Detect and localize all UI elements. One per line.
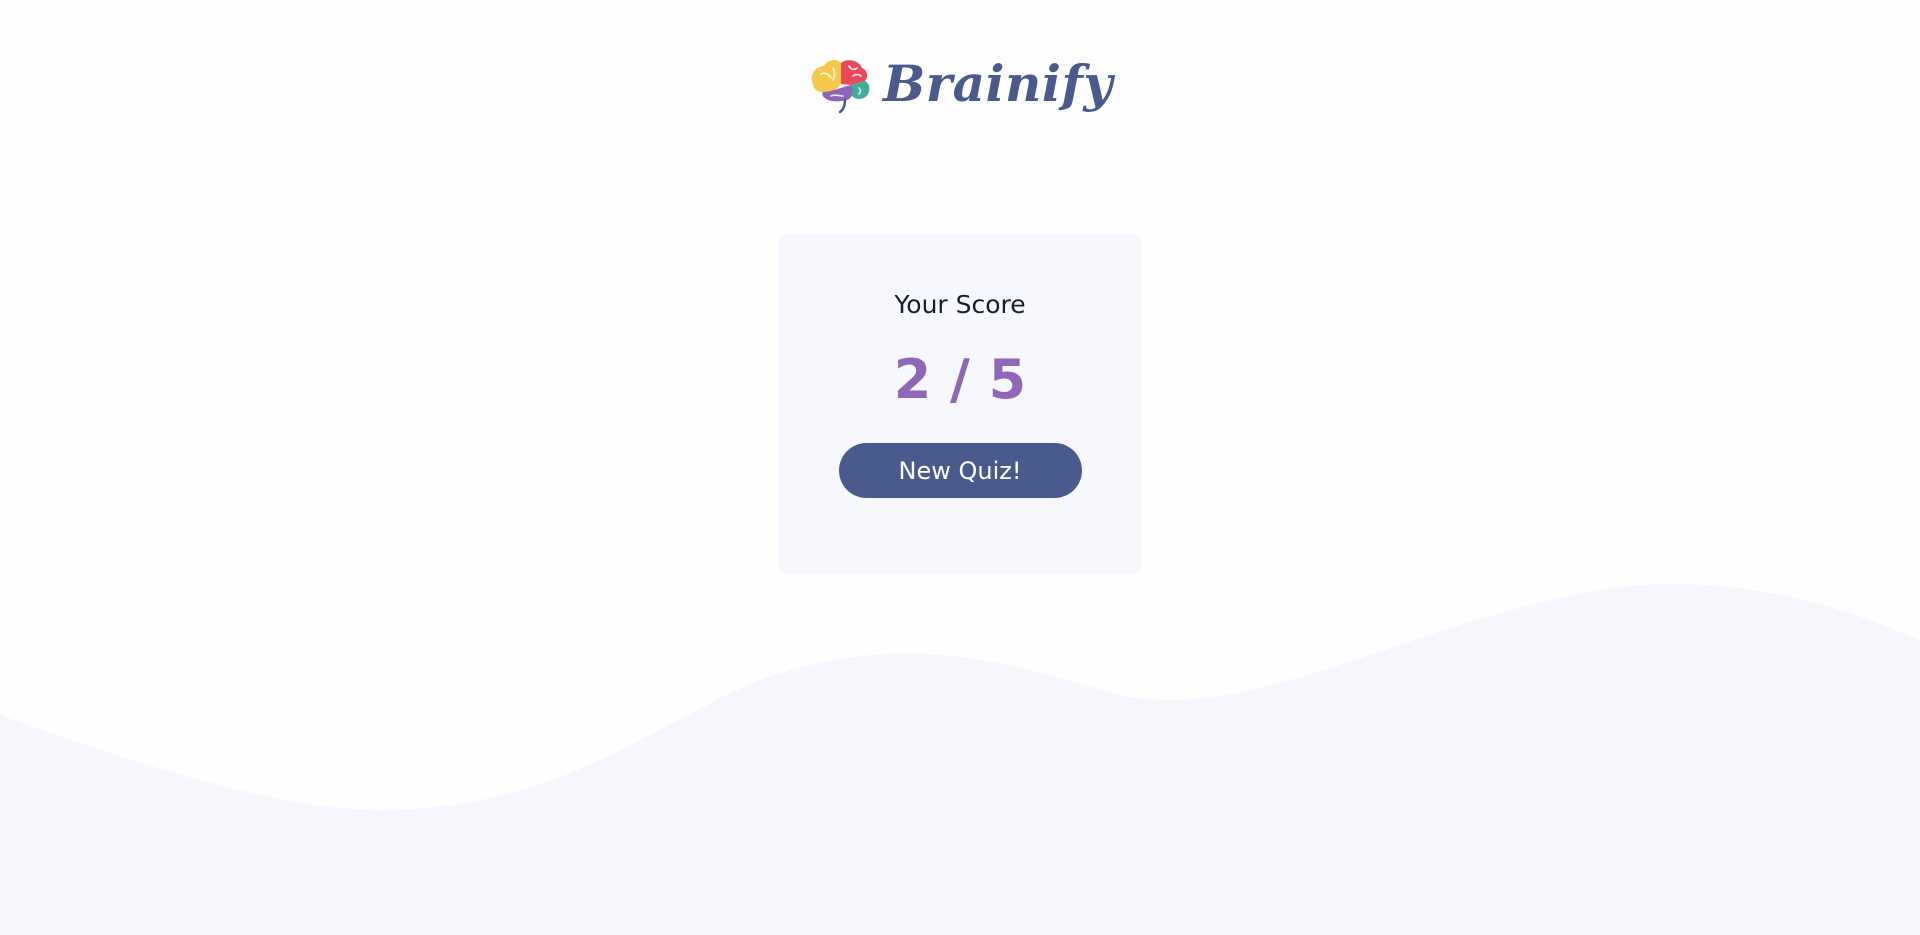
score-value: 2 / 5 xyxy=(893,348,1027,411)
new-quiz-button[interactable]: New Quiz! xyxy=(838,443,1082,498)
colorful-brain-icon xyxy=(811,60,870,114)
score-card: Your Score 2 / 5 New Quiz! xyxy=(779,234,1141,574)
brand[interactable]: Brainify xyxy=(807,54,1113,120)
score-label: Your Score xyxy=(894,290,1026,319)
quiz-results-page: Brainify Your Score 2 / 5 New Quiz! xyxy=(0,0,1920,935)
header: Brainify xyxy=(0,52,1920,122)
brand-name: Brainify xyxy=(883,54,1113,113)
